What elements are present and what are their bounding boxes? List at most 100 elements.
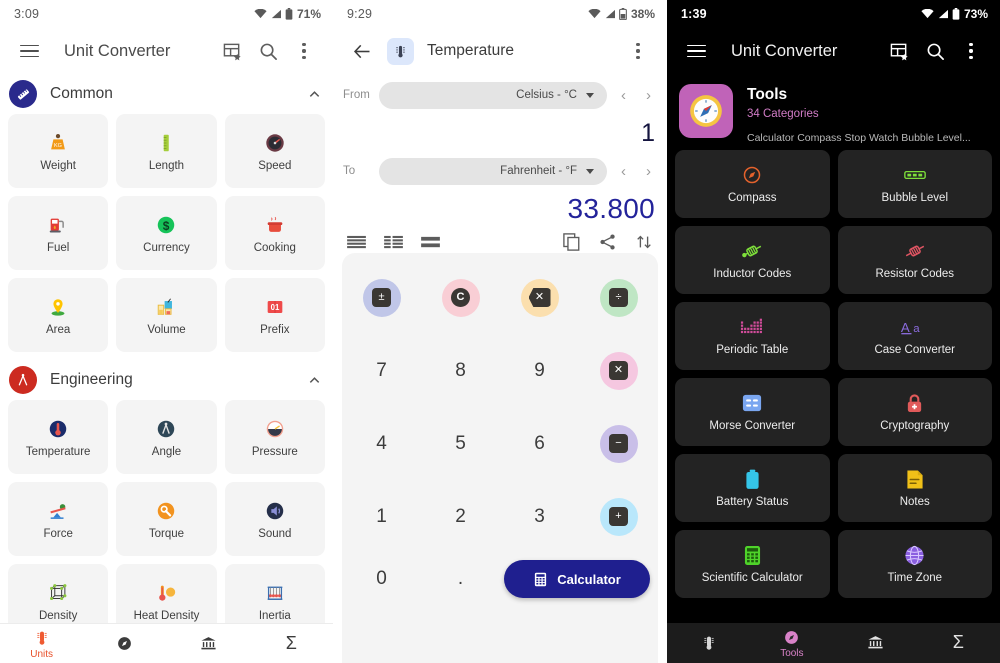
- nav-units[interactable]: Units: [0, 628, 83, 660]
- to-prev-button[interactable]: ‹: [615, 163, 632, 180]
- wifi-icon: [588, 9, 601, 19]
- calculator-button[interactable]: Calculator: [504, 560, 650, 598]
- from-label: From: [343, 89, 370, 101]
- chevron-up-icon[interactable]: [308, 88, 321, 101]
- keypad-row: 7 8 9 ✕: [342, 334, 658, 407]
- card-area[interactable]: Area: [8, 278, 109, 352]
- copy-icon[interactable]: [563, 233, 581, 251]
- overflow-menu-button[interactable]: [621, 34, 655, 68]
- card-angle[interactable]: Angle: [116, 400, 217, 474]
- card-currency[interactable]: $ Currency: [116, 196, 217, 270]
- nav-math[interactable]: Σ: [250, 633, 333, 654]
- card-label: Torque: [148, 527, 185, 540]
- tool-cryptography[interactable]: Cryptography: [837, 378, 992, 446]
- tool-time-zone[interactable]: Time Zone: [837, 530, 992, 598]
- multiply-key[interactable]: ✕: [579, 334, 658, 407]
- keypad-row: 4 5 6 −: [342, 407, 658, 480]
- from-next-button[interactable]: ›: [640, 87, 657, 104]
- thermometer-icon: [387, 37, 414, 65]
- inductor-icon: [740, 240, 764, 262]
- plus-minus-key[interactable]: ±: [342, 261, 421, 334]
- tool-morse-converter[interactable]: Morse Converter: [675, 378, 830, 446]
- search-button[interactable]: [918, 34, 952, 68]
- key-decimal[interactable]: .: [421, 553, 500, 605]
- status-clock: 9:29: [347, 7, 373, 21]
- chevron-down-icon: [586, 168, 594, 174]
- backspace-key[interactable]: ✕: [500, 261, 579, 334]
- card-pressure[interactable]: Pressure: [224, 400, 325, 474]
- key-1[interactable]: 1: [342, 480, 421, 553]
- favorites-grid-button[interactable]: [215, 34, 249, 68]
- plus-key[interactable]: +: [579, 480, 658, 553]
- card-cooking[interactable]: Cooking: [224, 196, 325, 270]
- card-temperature[interactable]: Temperature: [8, 400, 109, 474]
- column-view-icon[interactable]: [384, 235, 403, 250]
- swap-icon[interactable]: [635, 233, 653, 251]
- back-button[interactable]: [345, 34, 379, 68]
- tool-case-converter[interactable]: Aa Case Converter: [837, 302, 992, 370]
- share-icon[interactable]: [599, 233, 617, 251]
- hamburger-menu-button[interactable]: [12, 34, 46, 68]
- to-next-button[interactable]: ›: [640, 163, 657, 180]
- card-weight[interactable]: KG Weight: [8, 114, 109, 188]
- tool-bubble-level[interactable]: Bubble Level: [837, 150, 992, 218]
- tool-periodic-table[interactable]: Periodic Table: [675, 302, 830, 370]
- wifi-icon: [254, 9, 267, 19]
- tool-resistor-codes[interactable]: Resistor Codes: [837, 226, 992, 294]
- key-4[interactable]: 4: [342, 407, 421, 480]
- to-unit-select[interactable]: Fahrenheit - °F: [379, 157, 607, 185]
- key-2[interactable]: 2: [421, 480, 500, 553]
- overflow-menu-button[interactable]: [954, 34, 988, 68]
- section-header-common[interactable]: Common: [0, 74, 333, 114]
- card-fuel[interactable]: Fuel: [8, 196, 109, 270]
- key-5[interactable]: 5: [421, 407, 500, 480]
- from-value[interactable]: 1: [333, 116, 667, 150]
- key-0[interactable]: 0: [342, 553, 421, 605]
- hamburger-menu-button[interactable]: [679, 34, 713, 68]
- tool-notes[interactable]: Notes: [837, 454, 992, 522]
- nav-tools[interactable]: [83, 633, 166, 654]
- divider-icon: [155, 417, 177, 441]
- from-prev-button[interactable]: ‹: [615, 87, 632, 104]
- section-header-engineering[interactable]: Engineering: [0, 360, 333, 400]
- tool-compass[interactable]: Compass: [675, 150, 830, 218]
- card-speed[interactable]: Speed: [224, 114, 325, 188]
- card-torque[interactable]: Torque: [116, 482, 217, 556]
- favorites-grid-button[interactable]: [882, 34, 916, 68]
- key-9[interactable]: 9: [500, 334, 579, 407]
- tool-label: Bubble Level: [881, 192, 949, 204]
- card-force[interactable]: Force: [8, 482, 109, 556]
- bottom-navigation: Tools Σ: [667, 623, 1000, 663]
- nav-tools[interactable]: Tools: [750, 627, 833, 659]
- nav-math[interactable]: Σ: [917, 632, 1000, 654]
- compact-view-icon[interactable]: [421, 235, 440, 250]
- numeric-keypad: ± C ✕ ÷ 7 8 9 ✕ 4 5 6 − 1 2 3 + 0 . Calc…: [342, 253, 658, 663]
- clear-key[interactable]: C: [421, 261, 500, 334]
- minus-key[interactable]: −: [579, 407, 658, 480]
- chevron-up-icon[interactable]: [308, 374, 321, 387]
- card-volume[interactable]: Volume: [116, 278, 217, 352]
- divide-icon: ÷: [609, 288, 628, 307]
- card-length[interactable]: Length: [116, 114, 217, 188]
- beaker-icon: [155, 295, 177, 319]
- nav-units[interactable]: [667, 633, 750, 654]
- key-6[interactable]: 6: [500, 407, 579, 480]
- tool-inductor-codes[interactable]: Inductor Codes: [675, 226, 830, 294]
- key-7[interactable]: 7: [342, 334, 421, 407]
- dollar-coin-icon: $: [155, 213, 177, 237]
- from-unit-select[interactable]: Celsius - °C: [379, 81, 607, 109]
- card-sound[interactable]: Sound: [224, 482, 325, 556]
- divide-key[interactable]: ÷: [579, 261, 658, 334]
- search-button[interactable]: [251, 34, 285, 68]
- tool-battery-status[interactable]: Battery Status: [675, 454, 830, 522]
- tools-subtitle: 34 Categories: [747, 108, 819, 120]
- key-8[interactable]: 8: [421, 334, 500, 407]
- nav-finance[interactable]: [834, 633, 917, 654]
- weight-icon: KG: [47, 131, 69, 155]
- tool-scientific-calculator[interactable]: Scientific Calculator: [675, 530, 830, 598]
- list-view-icon[interactable]: [347, 235, 366, 250]
- card-prefix[interactable]: 01 Prefix: [224, 278, 325, 352]
- overflow-menu-button[interactable]: [287, 34, 321, 68]
- key-3[interactable]: 3: [500, 480, 579, 553]
- nav-finance[interactable]: [167, 633, 250, 654]
